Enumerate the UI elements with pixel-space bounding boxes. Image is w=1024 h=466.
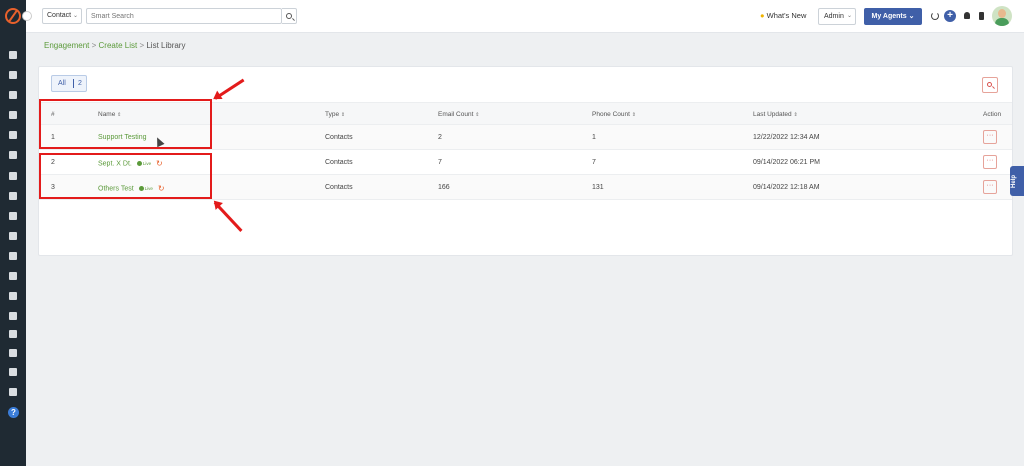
- row-phone-count: 131: [592, 184, 604, 191]
- top-header: Contact ⌄ ● What's New Admin ⌄ My Agents…: [26, 0, 1024, 33]
- row-action-button[interactable]: ···: [983, 130, 997, 144]
- sort-icon: ⇕: [475, 112, 480, 118]
- dashboard-icon[interactable]: [9, 51, 17, 59]
- row-last-updated: 12/22/2022 12:34 AM: [753, 134, 820, 141]
- whats-new-link[interactable]: ● What's New: [760, 11, 806, 20]
- calculator-icon[interactable]: [9, 292, 17, 300]
- filter-icon[interactable]: [9, 172, 17, 180]
- all-filter-label: All: [58, 80, 66, 87]
- google-icon[interactable]: [9, 272, 17, 280]
- search-icon: [987, 82, 992, 87]
- row-action-button[interactable]: ···: [983, 180, 997, 194]
- row-action-button[interactable]: ···: [983, 155, 997, 169]
- refresh-icon[interactable]: [931, 12, 939, 20]
- avatar[interactable]: [992, 6, 1012, 26]
- bank-icon[interactable]: [9, 111, 17, 119]
- column-last-updated[interactable]: Last Updated ⇕: [753, 111, 798, 118]
- add-icon[interactable]: +: [944, 10, 956, 22]
- chevron-down-icon: ⌄: [72, 13, 78, 19]
- search-button[interactable]: [282, 8, 297, 24]
- trend-chart-icon[interactable]: [9, 368, 17, 376]
- row-last-updated: 09/14/2022 06:21 PM: [753, 159, 820, 166]
- mail-icon[interactable]: [9, 330, 17, 338]
- sidebar: ?: [0, 0, 26, 466]
- my-agents-label: My Agents: [871, 13, 907, 20]
- whats-new-label: What's New: [766, 11, 807, 20]
- row-last-updated: 09/14/2022 12:18 AM: [753, 184, 820, 191]
- list-icon[interactable]: [9, 131, 17, 139]
- row-phone-count: 1: [592, 134, 596, 141]
- help-circle-icon[interactable]: ?: [8, 407, 19, 418]
- entity-select-value: Contact: [47, 12, 72, 19]
- row-email-count: 7: [438, 159, 442, 166]
- breadcrumb-create-list[interactable]: Create List: [99, 41, 138, 50]
- table-search-button[interactable]: [982, 77, 998, 93]
- sort-icon: ⇕: [793, 112, 798, 118]
- column-email-count[interactable]: Email Count ⇕: [438, 111, 479, 118]
- breadcrumb: Engagement > Create List > List Library: [44, 41, 186, 50]
- users-icon[interactable]: [9, 71, 17, 79]
- row-type: Contacts: [325, 134, 353, 141]
- bell-icon[interactable]: [964, 12, 970, 19]
- app-logo-icon[interactable]: [5, 8, 21, 24]
- row-email-count: 2: [438, 134, 442, 141]
- annotation-box-bottom: [39, 153, 212, 199]
- sidebar-collapse-button[interactable]: [22, 11, 32, 21]
- row-email-count: 166: [438, 184, 450, 191]
- gear-icon[interactable]: [9, 388, 17, 396]
- column-action: Action: [983, 111, 1002, 118]
- search-icon: [286, 13, 292, 19]
- workflow-icon[interactable]: [9, 349, 17, 357]
- documents-icon[interactable]: [9, 91, 17, 99]
- all-filter-count: 2: [78, 80, 82, 87]
- row-type: Contacts: [325, 184, 353, 191]
- help-tab-label: Help: [1011, 174, 1017, 188]
- annotation-box-top: [39, 99, 212, 149]
- column-phone-count[interactable]: Phone Count ⇕: [592, 111, 636, 118]
- chevron-down-icon: ⌄: [846, 13, 852, 19]
- phone-icon[interactable]: [979, 12, 984, 20]
- entity-select[interactable]: Contact ⌄: [42, 8, 82, 24]
- admin-select-value: Admin: [824, 13, 844, 20]
- column-type[interactable]: Type ⇕: [325, 111, 345, 118]
- megaphone-icon[interactable]: [9, 192, 17, 200]
- bar-chart-icon[interactable]: [9, 232, 17, 240]
- book-icon[interactable]: [9, 212, 17, 220]
- sort-icon: ⇕: [631, 112, 636, 118]
- my-agents-button[interactable]: My Agents ⌄: [864, 8, 922, 25]
- smart-search-input[interactable]: [86, 8, 282, 24]
- calendar-icon[interactable]: [9, 312, 17, 320]
- contact-card-icon[interactable]: [9, 151, 17, 159]
- row-phone-count: 7: [592, 159, 596, 166]
- admin-select[interactable]: Admin ⌄: [818, 8, 856, 25]
- help-tab[interactable]: Help: [1010, 166, 1024, 196]
- breadcrumb-list-library: List Library: [146, 41, 186, 50]
- row-type: Contacts: [325, 159, 353, 166]
- breadcrumb-engagement[interactable]: Engagement: [44, 41, 89, 50]
- lightbulb-icon: ●: [760, 11, 765, 20]
- all-filter-button[interactable]: All 2: [51, 75, 87, 92]
- folder-icon[interactable]: [9, 252, 17, 260]
- sort-icon: ⇕: [340, 112, 346, 118]
